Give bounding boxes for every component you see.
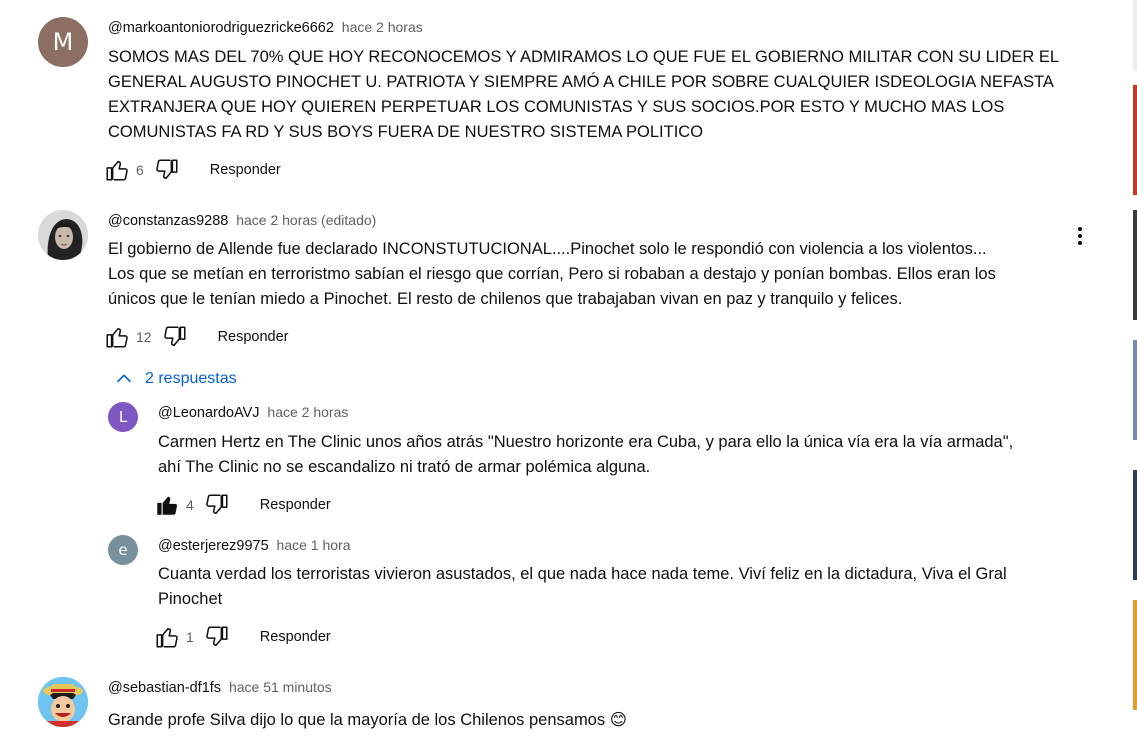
comment-timestamp[interactable]: hace 2 horas bbox=[342, 19, 423, 35]
replies-count-label: 2 respuestas bbox=[145, 370, 237, 387]
avatar[interactable]: e bbox=[108, 535, 138, 565]
reply-author[interactable]: @esterjerez9975 bbox=[158, 538, 269, 554]
thumb-down-icon[interactable] bbox=[204, 492, 230, 518]
comment-actions: 12 Responder bbox=[104, 323, 289, 351]
comment-text: El gobierno de Allende fue declarado INC… bbox=[108, 240, 996, 308]
reply-author[interactable]: @LeonardoAVJ bbox=[158, 405, 260, 421]
reply-button[interactable]: Responder bbox=[210, 162, 281, 178]
reply-header: @esterjerez9975 hace 1 hora bbox=[158, 537, 350, 554]
reply-actions: 1 Responder bbox=[154, 623, 331, 651]
thumb-up-icon[interactable] bbox=[154, 624, 180, 650]
reply-text: Cuanta verdad los terroristas vivieron a… bbox=[158, 565, 1007, 608]
avatar-photo bbox=[38, 210, 88, 260]
chevron-up-icon bbox=[116, 374, 132, 383]
comment-text: Grande profe Silva dijo lo que la mayorí… bbox=[108, 710, 627, 729]
like-count: 12 bbox=[136, 329, 152, 345]
comment-header: @markoantoniorodriguezricke6662 hace 2 h… bbox=[108, 19, 423, 36]
reply-button[interactable]: Responder bbox=[260, 497, 331, 513]
reply-timestamp[interactable]: hace 2 horas bbox=[267, 404, 348, 420]
like-count: 1 bbox=[186, 629, 194, 645]
thumb-up-icon[interactable] bbox=[104, 324, 130, 350]
reply-button[interactable]: Responder bbox=[218, 329, 289, 345]
reply-actions: 4 Responder bbox=[154, 491, 331, 519]
avatar[interactable]: L bbox=[108, 402, 138, 432]
reply-header: @LeonardoAVJ hace 2 horas bbox=[158, 404, 348, 421]
comment-author[interactable]: @constanzas9288 bbox=[108, 213, 228, 229]
adjacent-panel-edge bbox=[1133, 0, 1137, 743]
reply-text: Carmen Hertz en The Clinic unos años atr… bbox=[158, 433, 1014, 476]
comment-header: @sebastian-df1fs hace 51 minutos bbox=[108, 679, 332, 696]
thumb-up-filled-icon[interactable] bbox=[154, 492, 180, 518]
comment-timestamp[interactable]: hace 2 horas (editado) bbox=[236, 212, 376, 228]
comment-timestamp[interactable]: hace 51 minutos bbox=[229, 679, 332, 695]
comment-actions: 6 Responder bbox=[104, 156, 281, 184]
like-count: 4 bbox=[186, 497, 194, 513]
thumb-down-icon[interactable] bbox=[154, 157, 180, 183]
like-count: 6 bbox=[136, 162, 144, 178]
comment-author[interactable]: @sebastian-df1fs bbox=[108, 680, 221, 696]
thumb-down-icon[interactable] bbox=[162, 324, 188, 350]
reply-button[interactable]: Responder bbox=[260, 629, 331, 645]
avatar[interactable] bbox=[38, 210, 88, 260]
thumb-up-icon[interactable] bbox=[104, 157, 130, 183]
more-vert-icon[interactable] bbox=[1068, 224, 1092, 248]
replies-toggle-button[interactable]: 2 respuestas bbox=[113, 368, 237, 390]
avatar[interactable] bbox=[38, 677, 88, 727]
thumb-down-icon[interactable] bbox=[204, 624, 230, 650]
smile-emoji: 😊 bbox=[609, 710, 627, 729]
comment-author[interactable]: @markoantoniorodriguezricke6662 bbox=[108, 20, 334, 36]
avatar-cartoon bbox=[38, 677, 88, 727]
comment-text: SOMOS MAS DEL 70% QUE HOY RECONOCEMOS Y … bbox=[108, 48, 1060, 141]
avatar[interactable]: M bbox=[38, 17, 88, 67]
reply-timestamp[interactable]: hace 1 hora bbox=[277, 537, 351, 553]
comment-header: @constanzas9288 hace 2 horas (editado) bbox=[108, 212, 376, 229]
